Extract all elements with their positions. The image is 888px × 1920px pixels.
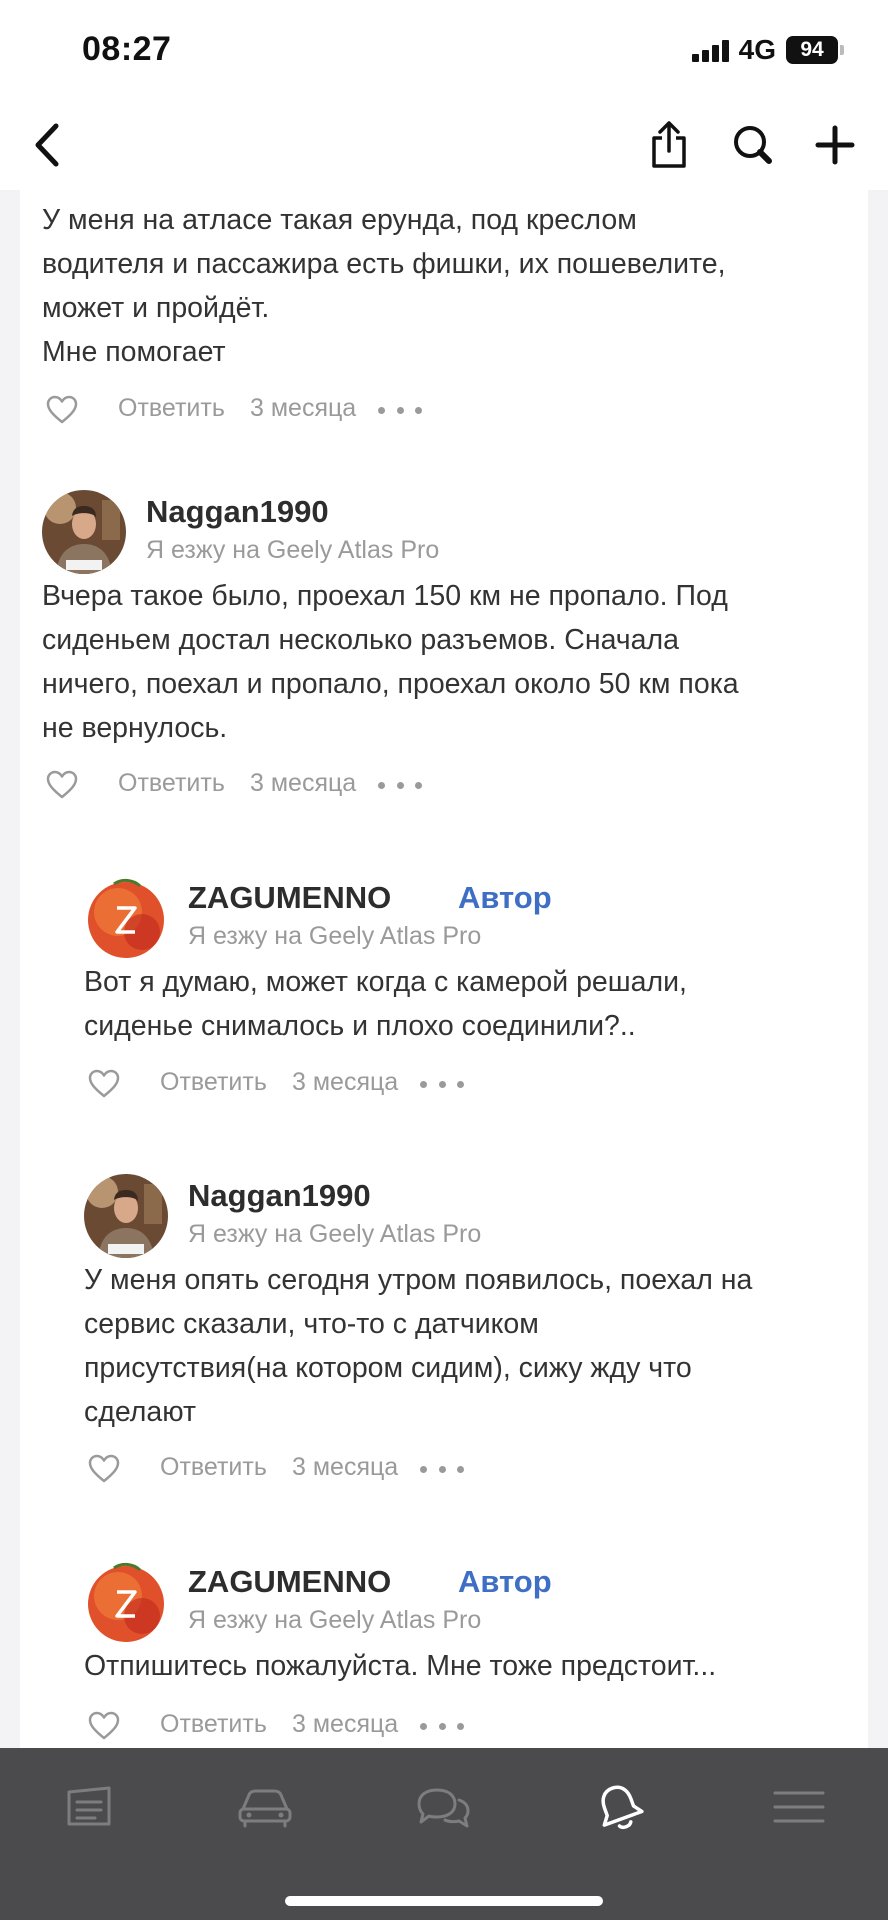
dot <box>420 1080 427 1088</box>
battery-level: 94 <box>800 38 824 61</box>
comment-text: Отпишитесь пожалуйста. Мне тоже предстои… <box>84 1650 717 1682</box>
comment-time: 3 месяца <box>292 1453 399 1481</box>
user-car: Я езжу на Geely Atlas Pro <box>188 922 482 950</box>
like-button[interactable] <box>42 765 82 805</box>
like-button[interactable] <box>84 1449 124 1489</box>
share-icon <box>652 121 686 168</box>
right-gutter <box>868 190 888 1748</box>
navigation-bar <box>0 100 888 190</box>
reply-button[interactable]: Ответить <box>118 394 225 423</box>
home-indicator[interactable] <box>285 1896 603 1906</box>
dot <box>420 1722 427 1730</box>
notifications-icon <box>601 1785 644 1829</box>
peach-avatar-icon <box>84 1560 168 1644</box>
user-car: Я езжу на Geely Atlas Pro <box>188 1606 482 1634</box>
comment-text: Вчера такое было, проехал 150 км не проп… <box>42 580 739 744</box>
plus-icon <box>815 125 855 165</box>
journal-icon <box>67 1786 111 1826</box>
like-button[interactable] <box>84 1064 124 1104</box>
like-button[interactable] <box>84 1706 124 1746</box>
tab-menu[interactable] <box>754 1772 844 1842</box>
dot <box>457 1080 464 1088</box>
avatar[interactable] <box>42 490 126 574</box>
dot <box>438 1465 446 1473</box>
comment-time: 3 месяца <box>250 769 357 797</box>
car-icon <box>238 1789 292 1828</box>
username[interactable]: ZAGUMENNO <box>188 1564 391 1600</box>
chat-icon <box>417 1788 470 1828</box>
more-options-button[interactable] <box>420 1070 464 1098</box>
avatar[interactable] <box>84 1560 168 1644</box>
dot <box>420 1465 427 1473</box>
comment-text: Вот я думаю, может когда с камерой решал… <box>84 966 687 1042</box>
user-photo-icon <box>42 490 126 574</box>
tab-car[interactable] <box>220 1772 310 1842</box>
comments-list: У меня на атласе такая ерунда, под кресл… <box>20 190 868 1748</box>
dot <box>457 1465 464 1473</box>
reply-button[interactable]: Ответить <box>118 769 225 798</box>
author-badge: Автор <box>458 1564 552 1599</box>
dot <box>438 1080 446 1088</box>
tab-journal[interactable] <box>44 1772 134 1842</box>
dot <box>396 781 404 789</box>
comment-text: У меня опять сегодня утром появилось, по… <box>84 1264 753 1428</box>
dot <box>396 406 404 414</box>
menu-icon <box>773 1791 825 1823</box>
tab-chat[interactable] <box>398 1772 488 1842</box>
status-time: 08:27 <box>82 30 172 68</box>
comment-time: 3 месяца <box>292 1710 399 1738</box>
reply-button[interactable]: Ответить <box>160 1710 267 1739</box>
more-options-button[interactable] <box>420 1712 464 1740</box>
status-indicators: 4G 94 <box>691 34 844 66</box>
avatar[interactable] <box>84 876 168 960</box>
cellular-signal-icon <box>691 38 729 62</box>
network-type: 4G <box>738 34 776 65</box>
more-options-button[interactable] <box>378 396 422 424</box>
back-icon <box>35 123 59 167</box>
battery-icon: 94 <box>786 36 844 64</box>
like-button[interactable] <box>42 390 82 430</box>
reply-button[interactable]: Ответить <box>160 1453 267 1482</box>
more-options-button[interactable] <box>378 771 422 799</box>
heart-icon <box>88 1069 120 1098</box>
dot <box>415 781 422 789</box>
comment-text: У меня на атласе такая ерунда, под кресл… <box>42 204 726 368</box>
peach-avatar-icon <box>84 876 168 960</box>
back-button[interactable] <box>12 110 82 180</box>
user-photo-icon <box>84 1174 168 1258</box>
username[interactable]: Naggan1990 <box>146 494 329 530</box>
comment-time: 3 месяца <box>250 394 357 422</box>
user-car: Я езжу на Geely Atlas Pro <box>188 1220 482 1248</box>
left-gutter <box>0 190 20 1748</box>
reply-button[interactable]: Ответить <box>160 1068 267 1097</box>
search-icon <box>734 126 772 164</box>
tab-notifications[interactable] <box>574 1772 664 1842</box>
dot <box>415 406 422 414</box>
author-badge: Автор <box>458 880 552 915</box>
dot <box>457 1722 464 1730</box>
bottom-tab-bar <box>0 1748 888 1920</box>
user-car: Я езжу на Geely Atlas Pro <box>146 536 440 564</box>
username[interactable]: ZAGUMENNO <box>188 880 391 916</box>
avatar[interactable] <box>84 1174 168 1258</box>
comment-time: 3 месяца <box>292 1068 399 1096</box>
heart-icon <box>88 1454 120 1483</box>
search-button[interactable] <box>718 110 788 180</box>
heart-icon <box>46 395 78 424</box>
heart-icon <box>46 770 78 799</box>
status-bar: 08:27 4G 94 <box>0 0 888 100</box>
dot <box>438 1722 446 1730</box>
add-button[interactable] <box>800 110 870 180</box>
more-options-button[interactable] <box>420 1455 464 1483</box>
share-button[interactable] <box>634 110 704 180</box>
dot <box>378 781 385 789</box>
heart-icon <box>88 1711 120 1740</box>
username[interactable]: Naggan1990 <box>188 1178 371 1214</box>
dot <box>378 406 385 414</box>
